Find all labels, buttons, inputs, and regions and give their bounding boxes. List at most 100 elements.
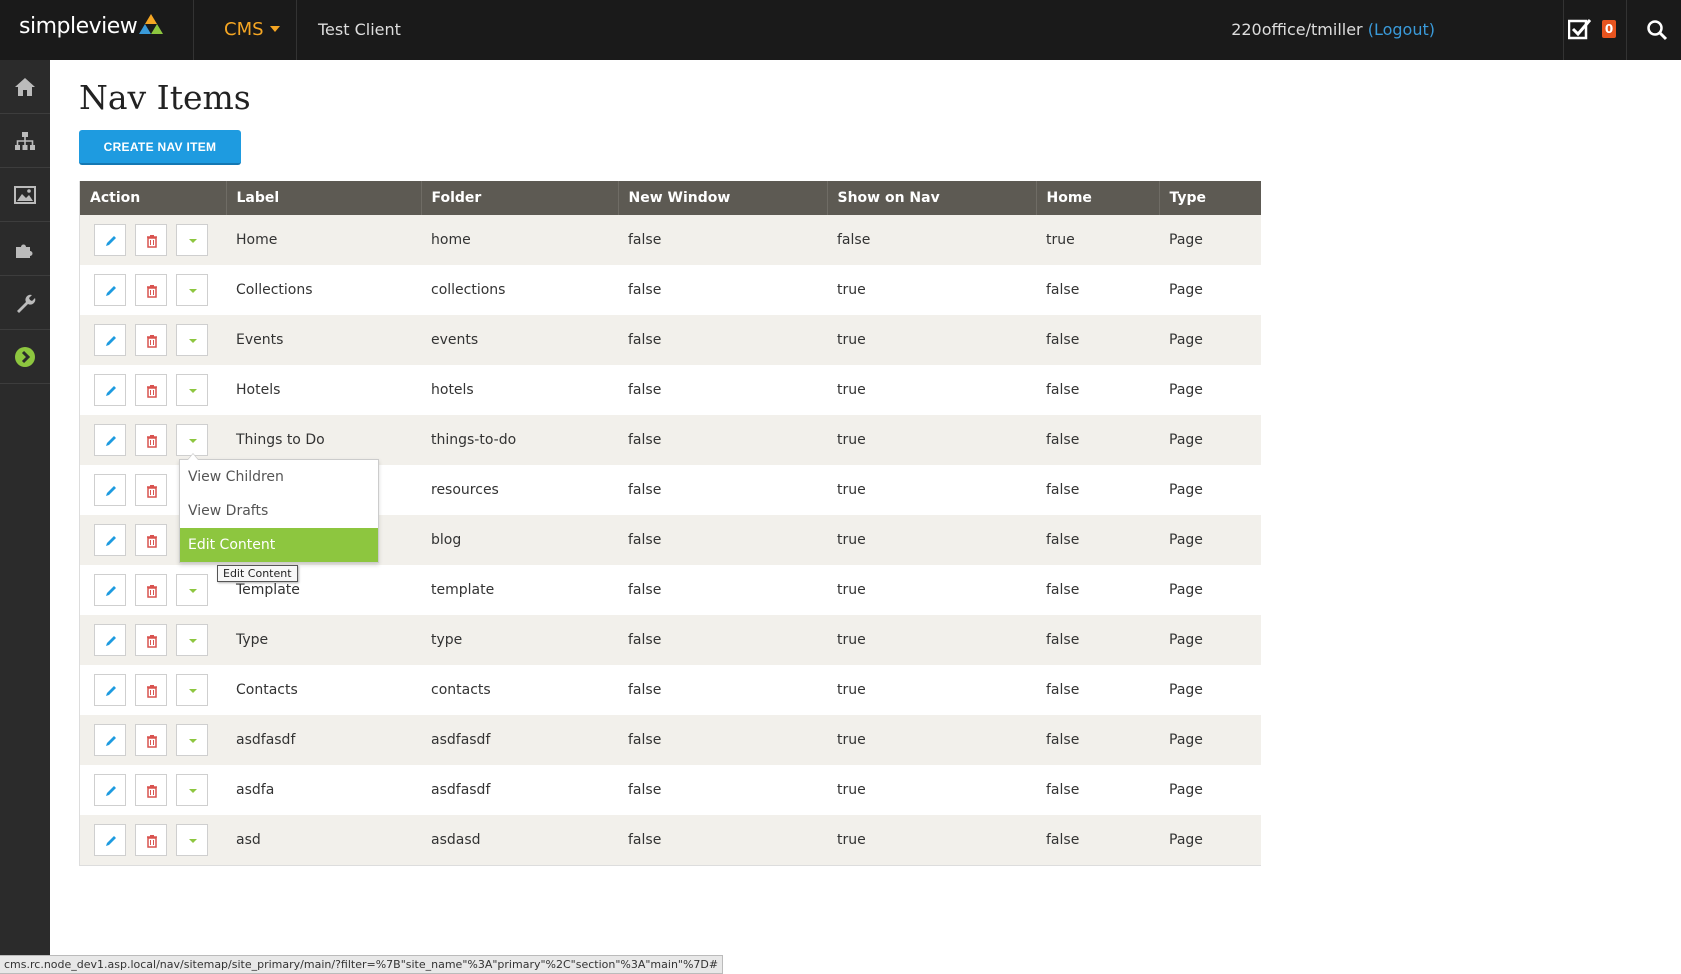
edit-button[interactable] [94, 774, 126, 806]
delete-button[interactable] [135, 474, 167, 506]
cell-home: false [1036, 315, 1159, 365]
edit-button[interactable] [94, 324, 126, 356]
cell-home: false [1036, 815, 1159, 865]
sidebar-item-plugins[interactable] [0, 222, 50, 276]
cell-home: false [1036, 615, 1159, 665]
delete-button[interactable] [135, 674, 167, 706]
expand-button[interactable] [176, 824, 208, 856]
cell-folder: template [421, 565, 618, 615]
column-header-label[interactable]: Label [226, 181, 422, 215]
browser-status-bar: cms.rc.node_dev1.asp.local/nav/sitemap/s… [0, 955, 724, 974]
expand-button[interactable] [176, 224, 208, 256]
expand-button[interactable] [176, 374, 208, 406]
cell-folder: contacts [421, 665, 618, 715]
arrow-circle-icon [15, 346, 35, 367]
expand-button[interactable] [176, 724, 208, 756]
expand-button[interactable] [176, 774, 208, 806]
column-header-folder[interactable]: Folder [421, 181, 619, 215]
delete-button[interactable] [135, 374, 167, 406]
user-info: 220office/tmiller (Logout) [1231, 20, 1435, 39]
logout-link[interactable]: (Logout) [1368, 20, 1435, 39]
simpleview-logo[interactable]: simpleview [19, 14, 164, 39]
column-header-home[interactable]: Home [1036, 181, 1160, 215]
delete-button[interactable] [135, 424, 167, 456]
image-icon [14, 185, 36, 204]
cell-home: false [1036, 515, 1159, 565]
cell-folder: asdfasdf [421, 765, 618, 815]
menu-item-view-children[interactable]: View Children [180, 460, 378, 494]
search-icon [1647, 20, 1668, 41]
column-header-show-on-nav[interactable]: Show on Nav [827, 181, 1037, 215]
table-header-row: Action Label Folder New Window Show on N… [80, 181, 1261, 215]
cell-home: false [1036, 765, 1159, 815]
menu-item-edit-content[interactable]: Edit Content [180, 528, 378, 562]
delete-button[interactable] [135, 324, 167, 356]
cell-show-on-nav: true [827, 365, 1036, 415]
cell-show-on-nav: true [827, 315, 1036, 365]
delete-button[interactable] [135, 624, 167, 656]
expand-button[interactable] [176, 624, 208, 656]
sidebar-item-home[interactable] [0, 60, 50, 114]
edit-button[interactable] [94, 374, 126, 406]
delete-button[interactable] [135, 774, 167, 806]
table-row: Type type false true false Page [80, 615, 1261, 665]
cell-home: true [1036, 215, 1159, 265]
navbar-divider [296, 0, 297, 60]
create-nav-item-button[interactable]: CREATE NAV ITEM [79, 130, 241, 165]
sidebar-item-tools[interactable] [0, 276, 50, 330]
search-button[interactable] [1646, 19, 1668, 45]
sidebar-item-media[interactable] [0, 168, 50, 222]
edit-button[interactable] [94, 424, 126, 456]
column-header-action[interactable]: Action [80, 181, 227, 215]
cell-show-on-nav: true [827, 415, 1036, 465]
action-cell [80, 715, 226, 765]
cell-type: Page [1159, 765, 1261, 815]
delete-button[interactable] [135, 274, 167, 306]
row-action-dropdown: View Children View Drafts Edit Content [179, 453, 379, 563]
column-header-new-window[interactable]: New Window [618, 181, 828, 215]
edit-button[interactable] [94, 824, 126, 856]
sidebar-item-sitemap[interactable] [0, 114, 50, 168]
edit-button[interactable] [94, 724, 126, 756]
chevron-down-icon [269, 26, 280, 32]
expand-button[interactable] [176, 574, 208, 606]
expand-button[interactable] [176, 424, 208, 456]
delete-button[interactable] [135, 524, 167, 556]
task-count-badge: 0 [1602, 20, 1616, 38]
edit-button[interactable] [94, 524, 126, 556]
tasks-button[interactable] [1567, 18, 1592, 44]
cms-menu[interactable]: CMS [224, 19, 280, 40]
expand-button[interactable] [176, 324, 208, 356]
edit-button[interactable] [94, 574, 126, 606]
menu-item-view-drafts[interactable]: View Drafts [180, 494, 378, 528]
client-name[interactable]: Test Client [318, 20, 401, 39]
cell-type: Page [1159, 665, 1261, 715]
edit-button[interactable] [94, 224, 126, 256]
delete-button[interactable] [135, 724, 167, 756]
cell-type: Page [1159, 215, 1261, 265]
cell-type: Page [1159, 815, 1261, 865]
sidebar [0, 60, 50, 974]
action-cell [80, 815, 226, 865]
cell-show-on-nav: false [827, 215, 1036, 265]
delete-button[interactable] [135, 824, 167, 856]
table-row: Home home false false true Page [80, 215, 1261, 265]
cell-show-on-nav: true [827, 765, 1036, 815]
logo-text: simpleview [19, 14, 138, 39]
cell-folder: collections [421, 265, 618, 315]
action-cell [80, 265, 226, 315]
edit-button[interactable] [94, 474, 126, 506]
expand-button[interactable] [176, 674, 208, 706]
delete-button[interactable] [135, 574, 167, 606]
cell-label: Contacts [226, 665, 421, 715]
edit-button[interactable] [94, 624, 126, 656]
expand-button[interactable] [176, 274, 208, 306]
edit-button[interactable] [94, 674, 126, 706]
cell-new-window: false [618, 265, 827, 315]
delete-button[interactable] [135, 224, 167, 256]
edit-button[interactable] [94, 274, 126, 306]
cell-label: Events [226, 315, 421, 365]
cell-show-on-nav: true [827, 515, 1036, 565]
sidebar-item-go[interactable] [0, 330, 50, 384]
column-header-type[interactable]: Type [1159, 181, 1261, 215]
